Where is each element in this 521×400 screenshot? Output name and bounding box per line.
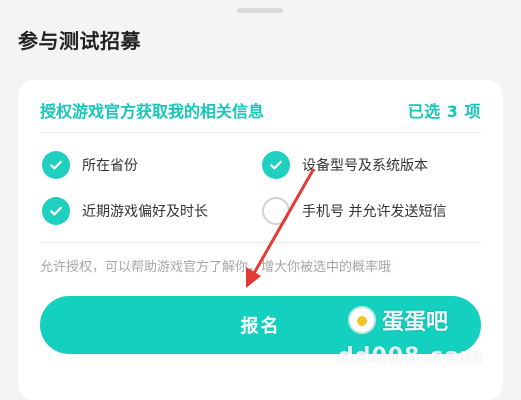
divider xyxy=(40,132,481,133)
sheet-title: 参与测试招募 xyxy=(18,29,141,53)
watermark-logo: 蛋蛋吧 xyxy=(348,304,448,336)
option-label: 近期游戏偏好及时长 xyxy=(82,204,208,220)
permissions-title: 授权游戏官方获取我的相关信息 xyxy=(40,102,265,121)
checkbox-unchecked-icon[interactable] xyxy=(262,197,290,225)
option-phone-sms[interactable]: 手机号 并允许发送短信 xyxy=(262,196,446,226)
option-label: 手机号 并允许发送短信 xyxy=(302,204,447,220)
option-province[interactable]: 所在省份 xyxy=(42,150,138,180)
option-label: 所在省份 xyxy=(82,158,138,174)
option-game-preference[interactable]: 近期游戏偏好及时长 xyxy=(42,196,208,226)
checkbox-checked-icon[interactable] xyxy=(42,197,70,225)
option-label: 设备型号及系统版本 xyxy=(302,158,428,174)
checkbox-checked-icon[interactable] xyxy=(262,151,290,179)
permissions-header: 授权游戏官方获取我的相关信息 已选 3 项 xyxy=(40,98,481,122)
divider xyxy=(40,242,481,243)
authorization-hint: 允许授权，可以帮助游戏官方了解你，增大你被选中的概率哦 xyxy=(40,260,392,275)
egg-icon xyxy=(348,306,376,334)
watermark-brand: 蛋蛋吧 xyxy=(382,310,449,335)
checkbox-checked-icon[interactable] xyxy=(42,151,70,179)
option-device-model[interactable]: 设备型号及系统版本 xyxy=(262,150,428,180)
drag-handle[interactable] xyxy=(237,8,283,13)
selected-count: 已选 3 项 xyxy=(407,102,481,121)
watermark-url: dd008.com xyxy=(338,344,484,369)
